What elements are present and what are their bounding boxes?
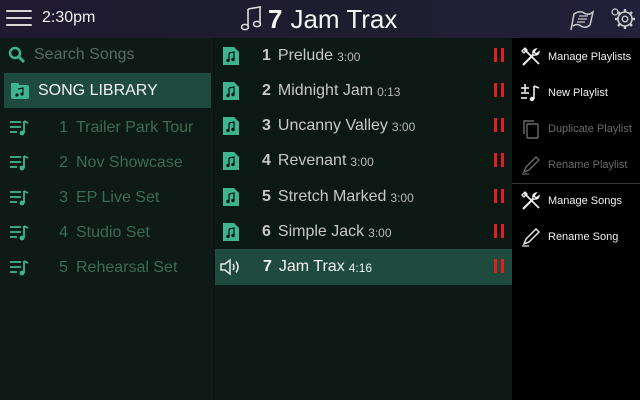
song-library-item[interactable]: SONG LIBRARY [4,73,211,108]
header-bar: 2:30pm 7 Jam Trax [0,0,640,38]
song-row[interactable]: 5 Stretch Marked 3:00 [215,179,512,214]
duplicate-playlist-button[interactable]: Duplicate Playlist [512,111,640,147]
clock: 2:30pm [42,9,96,26]
music-file-icon [223,46,239,65]
page-title: 7 Jam Trax [240,3,397,35]
playlist-item[interactable]: 3 EP Live Set [0,180,213,215]
rename-song-label: Rename Song [548,231,619,243]
speaker-icon [220,258,239,276]
playlist-name: Nov Showcase [76,153,183,171]
song-name: Uncanny Valley [277,116,388,134]
pause-icon[interactable] [492,189,506,203]
playlist-name: Trailer Park Tour [76,118,194,136]
song-number: 3 [262,116,271,134]
context-menu: Manage Playlists New Playlist Duplicate … [512,38,640,400]
song-name: Jam Trax [278,258,345,275]
song-name: Prelude [277,46,334,64]
song-duration: 0:13 [377,84,401,99]
pencil-icon [522,156,540,175]
song-list: 1 Prelude 3:00 2 Midnight Jam 0:13 3 Unc… [215,38,512,400]
pause-icon[interactable] [492,259,506,273]
playlist-item[interactable]: 2 Nov Showcase [0,145,213,180]
pause-icon[interactable] [492,224,506,238]
song-library-label: SONG LIBRARY [38,81,158,99]
search-bar [8,44,208,66]
playlist-item[interactable]: 5 Rehearsal Set [0,250,213,285]
rename-playlist-button[interactable]: Rename Playlist [512,147,640,183]
song-row[interactable]: 4 Revenant 3:00 [215,143,512,178]
playlist-number: 4 [59,223,68,241]
song-number: 5 [262,187,271,205]
playlist-name: Rehearsal Set [76,258,178,276]
pencil-icon [522,228,540,247]
song-number: 7 [263,258,272,275]
song-number: 6 [262,222,271,240]
song-duration: 4:16 [348,261,373,275]
add-playlist-icon [521,84,540,102]
playlist-icon [10,154,29,170]
manage-songs-button[interactable]: Manage Songs [512,183,640,219]
song-row[interactable]: 2 Midnight Jam 0:13 [215,73,512,108]
music-file-icon [223,187,239,206]
manage-songs-label: Manage Songs [548,195,622,207]
playlist-item[interactable]: 1 Trailer Park Tour [0,110,213,145]
rename-playlist-label: Rename Playlist [548,159,628,171]
music-file-icon [223,81,239,100]
song-number: 2 [262,81,271,99]
song-duration: 3:00 [390,190,414,205]
playlist-number: 5 [59,258,68,276]
pause-icon[interactable] [492,48,506,62]
music-file-icon [223,222,239,241]
song-row[interactable]: 1 Prelude 3:00 [215,38,512,73]
new-playlist-label: New Playlist [548,87,608,99]
pause-icon[interactable] [492,118,506,132]
song-row-playing[interactable]: 7 Jam Trax 4:16 [215,249,512,285]
playlist-name: Studio Set [76,223,150,241]
tools-icon [521,191,541,210]
song-duration: 3:00 [368,225,392,240]
song-name: Midnight Jam [277,81,374,99]
duplicate-playlist-label: Duplicate Playlist [548,123,632,135]
rename-song-button[interactable]: Rename Song [512,219,640,255]
playlist-number: 2 [59,153,68,171]
library-folder-icon [11,82,29,99]
playlist-icon [10,259,29,275]
music-file-icon [223,151,239,170]
song-duration: 3:00 [337,49,361,64]
playlist-icon [10,189,29,205]
manage-playlists-button[interactable]: Manage Playlists [512,39,640,75]
playlist-panel: SONG LIBRARY 1 Trailer Park Tour 2 Nov S… [0,38,213,400]
playlist-number: 7 [268,3,283,34]
playlist-name: EP Live Set [76,188,160,206]
song-name: Simple Jack [277,222,365,240]
search-input[interactable] [34,46,204,64]
pause-icon[interactable] [492,83,506,97]
song-duration: 3:00 [391,119,416,134]
playlist-number: 3 [59,188,68,206]
tools-icon [521,47,541,66]
playlist-flag-icon[interactable] [568,6,596,32]
song-row[interactable]: 6 Simple Jack 3:00 [215,214,512,249]
music-note-icon [240,6,262,31]
manage-playlists-label: Manage Playlists [548,51,632,63]
song-name: Stretch Marked [277,187,387,205]
song-row[interactable]: 3 Uncanny Valley 3:00 [215,108,512,143]
playlist-item[interactable]: 4 Studio Set [0,215,213,250]
song-number: 1 [262,46,271,64]
duplicate-icon [523,120,539,139]
settings-gear-icon[interactable] [609,6,637,32]
search-icon [8,46,25,63]
song-name: Revenant [277,151,347,169]
playlist-icon [10,119,29,135]
music-file-icon [223,116,239,135]
playlist-number: 1 [59,118,68,136]
song-duration: 3:00 [350,154,374,169]
menu-icon[interactable] [6,10,32,28]
playlist-icon [10,224,29,240]
new-playlist-button[interactable]: New Playlist [512,75,640,111]
playlist-title: Jam Trax [290,3,398,34]
pause-icon[interactable] [492,153,506,167]
song-number: 4 [262,151,271,169]
